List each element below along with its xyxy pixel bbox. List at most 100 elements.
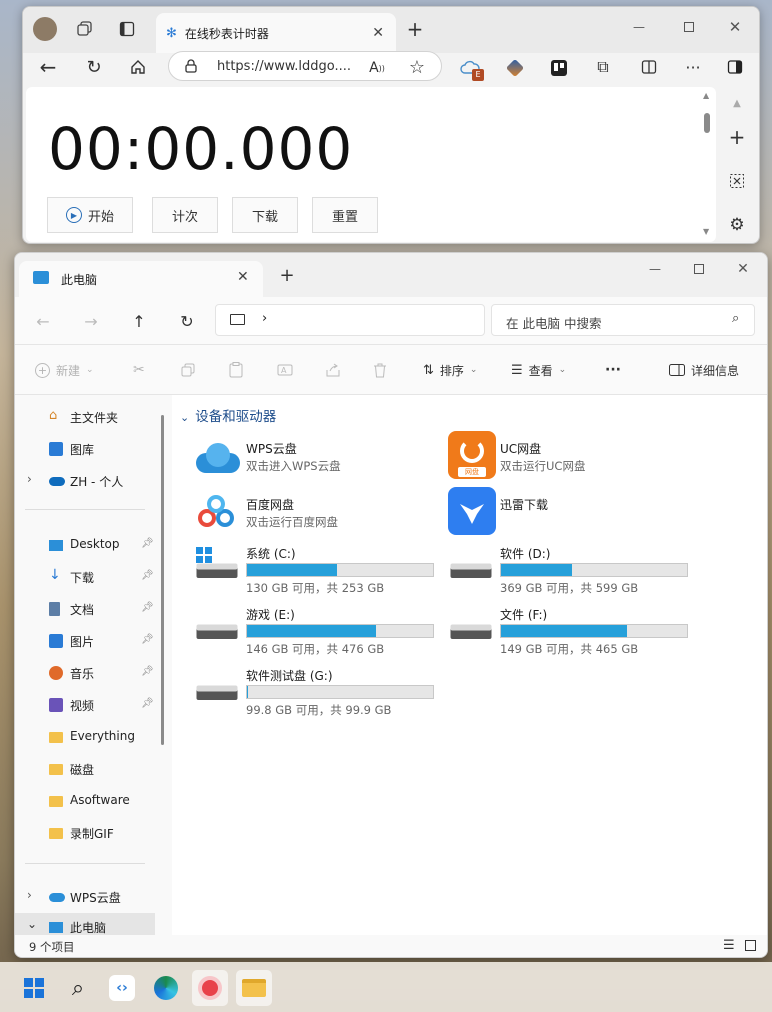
- delete-icon[interactable]: [373, 357, 387, 383]
- new-tab-icon[interactable]: +: [277, 265, 297, 286]
- browser-tab-active[interactable]: ✻ 在线秒表计时器 ✕: [156, 13, 396, 53]
- new-tab-icon[interactable]: +: [405, 17, 425, 41]
- details-view-icon[interactable]: ☰: [723, 938, 735, 953]
- taskbar-app-dev[interactable]: ‹›: [104, 970, 140, 1006]
- new-button[interactable]: + 新建 ⌄: [35, 357, 94, 383]
- search-input[interactable]: 在 此电脑 中搜索 ⌕: [491, 304, 755, 336]
- app-thunder[interactable]: 迅雷下载: [446, 487, 706, 539]
- sidebar-item-everything[interactable]: Everything: [15, 723, 155, 751]
- sidebar-scrollbar[interactable]: [161, 415, 164, 745]
- pin-icon[interactable]: 📌︎: [141, 538, 154, 549]
- close-window-icon[interactable]: ✕: [725, 17, 745, 37]
- back-icon[interactable]: ←: [37, 55, 59, 79]
- page-scrollbar[interactable]: [704, 113, 710, 133]
- lock-icon[interactable]: [183, 58, 199, 74]
- more-menu-icon[interactable]: ···: [683, 57, 703, 77]
- extension-game-icon[interactable]: [505, 58, 525, 78]
- scroll-down-arrow[interactable]: ▼: [703, 227, 709, 236]
- sidebar-item-wps[interactable]: › WPS云盘: [15, 883, 155, 911]
- split-screen-icon[interactable]: [639, 57, 659, 77]
- pin-icon[interactable]: 📌︎: [141, 602, 154, 613]
- forward-icon[interactable]: →: [81, 311, 101, 331]
- drive-g[interactable]: 软件测试盘 (G:) 99.8 GB 可用，共 99.9 GB: [192, 667, 442, 719]
- rename-icon[interactable]: A: [277, 357, 293, 383]
- pin-icon[interactable]: 📌︎: [141, 666, 154, 677]
- sidebar-item-videos[interactable]: 视频 📌︎: [15, 691, 155, 719]
- copy-icon[interactable]: [181, 357, 195, 383]
- sidebar-add-icon[interactable]: +: [727, 125, 747, 149]
- search-icon[interactable]: ⌕: [60, 970, 96, 1006]
- chevron-right-icon[interactable]: ›: [27, 888, 32, 902]
- pin-icon[interactable]: 📌︎: [141, 634, 154, 645]
- address-bar[interactable]: https://www.lddgo....: [168, 51, 442, 81]
- maximize-icon[interactable]: [689, 259, 709, 279]
- extension-trello-icon[interactable]: [549, 58, 569, 78]
- app-wps-cloud[interactable]: WPS云盘 双击进入WPS云盘: [192, 437, 452, 483]
- address-breadcrumb[interactable]: ›: [215, 304, 485, 336]
- minimize-icon[interactable]: —: [629, 17, 649, 37]
- chevron-down-icon[interactable]: ⌄: [27, 917, 37, 931]
- pin-icon[interactable]: 📌︎: [141, 570, 154, 581]
- start-button[interactable]: ▶ 开始: [47, 197, 133, 233]
- refresh-icon[interactable]: ↻: [83, 57, 105, 78]
- screenshot-icon[interactable]: [727, 171, 747, 191]
- sidebar-item-downloads[interactable]: ↓ 下载 📌︎: [15, 563, 155, 591]
- cut-icon[interactable]: ✂: [133, 357, 145, 383]
- sort-button[interactable]: ⇅ 排序 ⌄: [423, 357, 477, 383]
- drive-d[interactable]: 软件 (D:) 369 GB 可用，共 599 GB: [446, 545, 696, 597]
- tab-actions-icon[interactable]: [117, 19, 137, 39]
- refresh-icon[interactable]: ↻: [177, 311, 197, 331]
- profile-avatar[interactable]: [33, 17, 57, 41]
- extensions-puzzle-icon[interactable]: ⧉: [593, 57, 613, 77]
- start-button[interactable]: [16, 970, 52, 1006]
- workspaces-icon[interactable]: [75, 19, 95, 39]
- drive-e[interactable]: 游戏 (E:) 146 GB 可用，共 476 GB: [192, 606, 442, 658]
- sidebar-item-disk[interactable]: 磁盘: [15, 755, 155, 783]
- sidebar-up-icon[interactable]: ▲: [729, 95, 745, 111]
- up-icon[interactable]: ↑: [129, 311, 149, 331]
- back-icon[interactable]: ←: [33, 311, 53, 331]
- sidebar-item-gallery[interactable]: 图库: [15, 435, 155, 463]
- tiles-view-icon[interactable]: [745, 940, 756, 951]
- scroll-up-arrow[interactable]: ▲: [703, 91, 709, 100]
- maximize-icon[interactable]: [679, 17, 699, 37]
- explorer-tab[interactable]: 此电脑 ✕: [19, 261, 263, 297]
- taskbar-edge[interactable]: [148, 970, 184, 1006]
- drive-c[interactable]: 系统 (C:) 130 GB 可用，共 253 GB: [192, 545, 442, 597]
- cloud-extension-icon[interactable]: E: [459, 57, 484, 81]
- group-header[interactable]: ⌄ 设备和驱动器: [180, 405, 276, 425]
- sidebar-item-onedrive[interactable]: › ZH - 个人: [15, 467, 155, 495]
- close-tab-icon[interactable]: ✕: [237, 269, 249, 285]
- download-button[interactable]: 下载: [232, 197, 298, 233]
- sidebar-toggle-icon[interactable]: [725, 57, 745, 77]
- taskbar-recorder[interactable]: [192, 970, 228, 1006]
- more-options-button[interactable]: ···: [605, 357, 621, 383]
- taskbar-explorer[interactable]: [236, 970, 272, 1006]
- sidebar-item-home[interactable]: ⌂ 主文件夹: [15, 403, 155, 431]
- settings-gear-icon[interactable]: ⚙: [727, 215, 747, 235]
- home-icon[interactable]: [127, 57, 149, 77]
- lap-button[interactable]: 计次: [152, 197, 218, 233]
- read-aloud-icon[interactable]: A)): [367, 59, 387, 77]
- close-window-icon[interactable]: ✕: [733, 259, 753, 279]
- details-pane-button[interactable]: 详细信息: [669, 357, 739, 383]
- chevron-right-icon[interactable]: ›: [262, 311, 267, 326]
- sidebar-item-gif[interactable]: 录制GIF: [15, 819, 155, 847]
- share-icon[interactable]: [325, 357, 341, 383]
- favorite-star-icon[interactable]: ☆: [407, 57, 427, 78]
- sidebar-item-pictures[interactable]: 图片 📌︎: [15, 627, 155, 655]
- pin-icon[interactable]: 📌︎: [141, 698, 154, 709]
- app-baidu-pan[interactable]: 百度网盘 双击运行百度网盘: [192, 493, 452, 539]
- app-uc-cloud[interactable]: 网盘 UC网盘 双击运行UC网盘: [446, 431, 706, 483]
- paste-icon[interactable]: [229, 357, 243, 383]
- reset-button[interactable]: 重置: [312, 197, 378, 233]
- view-button[interactable]: ☰ 查看 ⌄: [511, 357, 566, 383]
- minimize-icon[interactable]: —: [645, 259, 665, 279]
- close-tab-icon[interactable]: ✕: [372, 25, 384, 41]
- sidebar-item-documents[interactable]: 文档 📌︎: [15, 595, 155, 623]
- sidebar-item-desktop[interactable]: Desktop 📌︎: [15, 531, 155, 559]
- chevron-right-icon[interactable]: ›: [27, 472, 32, 486]
- sidebar-item-music[interactable]: 音乐 📌︎: [15, 659, 155, 687]
- sidebar-item-asoftware[interactable]: Asoftware: [15, 787, 155, 815]
- drive-f[interactable]: 文件 (F:) 149 GB 可用，共 465 GB: [446, 606, 696, 658]
